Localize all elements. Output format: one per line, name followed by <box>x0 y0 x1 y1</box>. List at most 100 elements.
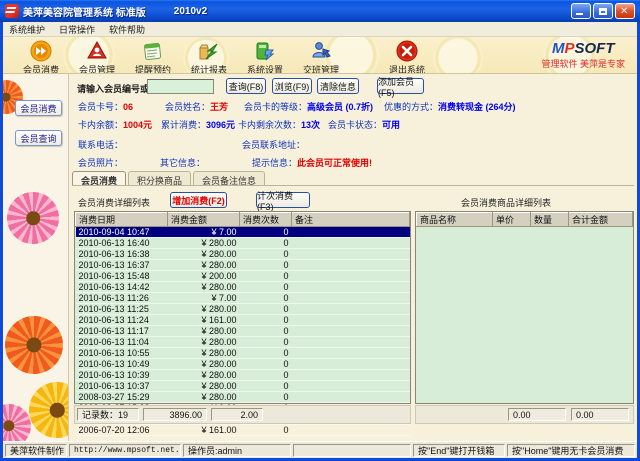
consume-list-title: 会员消费详细列表 <box>78 196 150 209</box>
table-row[interactable]: 2010-06-13 11:25 ¥ 280.00 0 <box>76 304 410 315</box>
product-table[interactable]: 商品名称 单价 数量 合计金额 <box>415 211 634 404</box>
clear-info-button[interactable]: 清除信息 <box>317 78 359 94</box>
sidebar: 会员消费 会员查询 <box>3 74 69 441</box>
stats-report-icon <box>198 39 221 62</box>
card-level-label: 会员卡的等级： <box>244 102 307 112</box>
table-row[interactable]: 2010-06-13 11:24 ¥ 161.00 0 <box>76 315 410 326</box>
toolbar-system-settings[interactable]: 系统设置 <box>237 39 293 74</box>
browse-button[interactable]: 浏览(F9) <box>272 78 312 94</box>
toolbar-stats-report[interactable]: 统计报表 <box>181 39 237 74</box>
query-button[interactable]: 查询(F8) <box>226 78 266 94</box>
table-row[interactable]: 2010-06-13 16:38 ¥ 280.00 0 <box>76 249 410 260</box>
toolbar-exit-system[interactable]: 退出系统 <box>379 39 435 74</box>
toolbar-label: 会员消费 <box>23 63 59 74</box>
consume-table-footer: 记录数：19 3896.00 2.00 <box>74 405 411 424</box>
col-product-total[interactable]: 合计金额 <box>569 213 633 227</box>
maximize-button[interactable] <box>593 3 613 19</box>
table-row[interactable]: 2010-06-13 10:49 ¥ 280.00 0 <box>76 359 410 370</box>
col-consume-amount[interactable]: 消费金额 <box>168 213 240 227</box>
count-total: 2.00 <box>211 408 263 421</box>
col-product-name[interactable]: 商品名称 <box>417 213 493 227</box>
title-bar: 美萍美容院管理系统 标准版 2010v2 ✕ <box>0 0 640 22</box>
table-row[interactable]: 2008-03-27 15:29 ¥ 280.00 0 <box>76 392 410 403</box>
table-row[interactable]: 2006-07-20 12:06 ¥ 161.00 0 <box>76 425 410 436</box>
menu-software-help[interactable]: 软件帮助 <box>109 23 145 36</box>
tab-strip: 会员消费 积分换商品 会员备注信息 <box>72 171 634 186</box>
card-no-value: 06 <box>123 102 133 112</box>
menu-bar: 系统维护 日常操作 软件帮助 <box>3 22 637 37</box>
product-panel-header: 会员消费商品详细列表 <box>415 190 635 210</box>
total-consume-label: 累计消费： <box>161 120 206 130</box>
flower-decoration <box>7 192 59 244</box>
col-product-qty[interactable]: 数量 <box>531 213 569 227</box>
toolbar-label: 退出系统 <box>389 63 425 74</box>
remaining-times-value: 13次 <box>301 120 320 130</box>
card-no-label: 会员卡号： <box>78 102 123 112</box>
mpsoft-logo: MPSOFT 管理软件 美萍是专家 <box>541 41 625 70</box>
table-row[interactable]: 2010-06-13 10:37 ¥ 280.00 0 <box>76 381 410 392</box>
member-name-label: 会员姓名： <box>165 102 210 112</box>
table-row[interactable]: 2010-06-13 11:17 ¥ 280.00 0 <box>76 326 410 337</box>
consume-table[interactable]: 消费日期 消费金额 消费次数 备注 2010-09-04 10:47 ¥ 7.0… <box>74 211 411 404</box>
hint-value: 此会员可正常使用! <box>297 158 372 168</box>
toolbar: 会员消费 会员管理 提醒预约 统计报表 <box>3 37 637 74</box>
lemon-decoration <box>433 37 483 74</box>
flower-decoration <box>3 404 31 441</box>
flower-decoration <box>29 382 69 438</box>
amount-total: 3896.00 <box>143 408 207 421</box>
discount-mode-label: 优惠的方式： <box>384 102 438 112</box>
status-bar: 美萍软件制作 http://www.mpsoft.net.cn 操作员:admi… <box>3 441 637 458</box>
app-logo-icon <box>5 4 19 18</box>
sidebar-member-consume-button[interactable]: 会员消费 <box>15 100 62 116</box>
toolbar-member-manage[interactable]: 会员管理 <box>69 39 125 74</box>
tab-points-exchange[interactable]: 积分换商品 <box>128 171 191 185</box>
product-amount-total: 0.00 <box>571 408 629 421</box>
app-window: 美萍美容院管理系统 标准版 2010v2 ✕ 系统维护 日常操作 软件帮助 会员… <box>0 0 640 461</box>
member-search-input[interactable] <box>147 79 214 94</box>
count-consume-button[interactable]: 计次消费(F3) <box>256 192 310 208</box>
status-maker: 美萍软件制作 <box>5 444 67 457</box>
add-consume-button[interactable]: 增加消费(F2) <box>170 192 227 208</box>
status-empty <box>293 444 411 457</box>
card-status-value: 可用 <box>382 120 400 130</box>
flower-decoration <box>5 316 63 374</box>
table-row[interactable]: 2010-06-13 10:55 ¥ 280.00 0 <box>76 348 410 359</box>
status-hint-home: 按"Home"键用无卡会员消费 <box>507 444 635 457</box>
table-row[interactable]: 2010-06-13 16:40 ¥ 280.00 0 <box>76 238 410 249</box>
menu-system-maintenance[interactable]: 系统维护 <box>9 23 45 36</box>
col-product-price[interactable]: 单价 <box>493 213 531 227</box>
table-row[interactable]: 2010-06-13 10:39 ¥ 280.00 0 <box>76 370 410 381</box>
phone-label: 联系电话： <box>78 140 123 150</box>
status-url: http://www.mpsoft.net.cn <box>69 444 181 457</box>
toolbar-remind-appointment[interactable]: 提醒预约 <box>125 39 181 74</box>
col-consume-date[interactable]: 消费日期 <box>76 213 168 227</box>
address-label: 会员联系地址： <box>242 140 305 150</box>
table-row[interactable]: 2010-09-04 10:47 ¥ 7.00 0 <box>76 227 410 238</box>
table-row[interactable]: 2010-06-13 14:42 ¥ 280.00 0 <box>76 282 410 293</box>
tab-member-consume[interactable]: 会员消费 <box>72 171 126 185</box>
card-status-label: 会员卡状态： <box>328 120 382 130</box>
add-member-button[interactable]: 添加会员(F5) <box>377 78 424 94</box>
minimize-button[interactable] <box>571 3 591 19</box>
col-consume-note[interactable]: 备注 <box>292 213 410 227</box>
toolbar-shift-manage[interactable]: 交班管理 <box>293 39 349 74</box>
remind-appointment-icon <box>142 39 165 62</box>
table-row[interactable]: 2010-06-13 11:04 ¥ 280.00 0 <box>76 337 410 348</box>
col-consume-count[interactable]: 消费次数 <box>240 213 292 227</box>
menu-daily-operation[interactable]: 日常操作 <box>59 23 95 36</box>
status-hint-end: 按"End"键打开钱箱 <box>413 444 505 457</box>
product-table-footer: 0.00 0.00 <box>415 405 634 424</box>
sidebar-member-query-button[interactable]: 会员查询 <box>15 130 62 146</box>
close-button[interactable]: ✕ <box>615 3 635 19</box>
product-qty-total: 0.00 <box>508 408 566 421</box>
consume-panel-header: 会员消费详细列表 增加消费(F2) 计次消费(F3) <box>70 190 413 210</box>
table-row[interactable]: 2010-06-13 11:26 ¥ 7.00 0 <box>76 293 410 304</box>
table-row[interactable]: 2010-06-13 16:37 ¥ 280.00 0 <box>76 260 410 271</box>
toolbar-member-consume[interactable]: 会员消费 <box>13 39 69 74</box>
window-version: 2010v2 <box>174 6 207 17</box>
toolbar-label: 提醒预约 <box>135 63 171 74</box>
main-content: 请输入会员编号或姓名 查询(F8) 浏览(F9) 清除信息 添加会员(F5) 会… <box>70 74 637 441</box>
table-row[interactable]: 2010-06-13 15:48 ¥ 200.00 0 <box>76 271 410 282</box>
toolbar-label: 会员管理 <box>79 63 115 74</box>
tab-member-notes[interactable]: 会员备注信息 <box>193 171 265 185</box>
